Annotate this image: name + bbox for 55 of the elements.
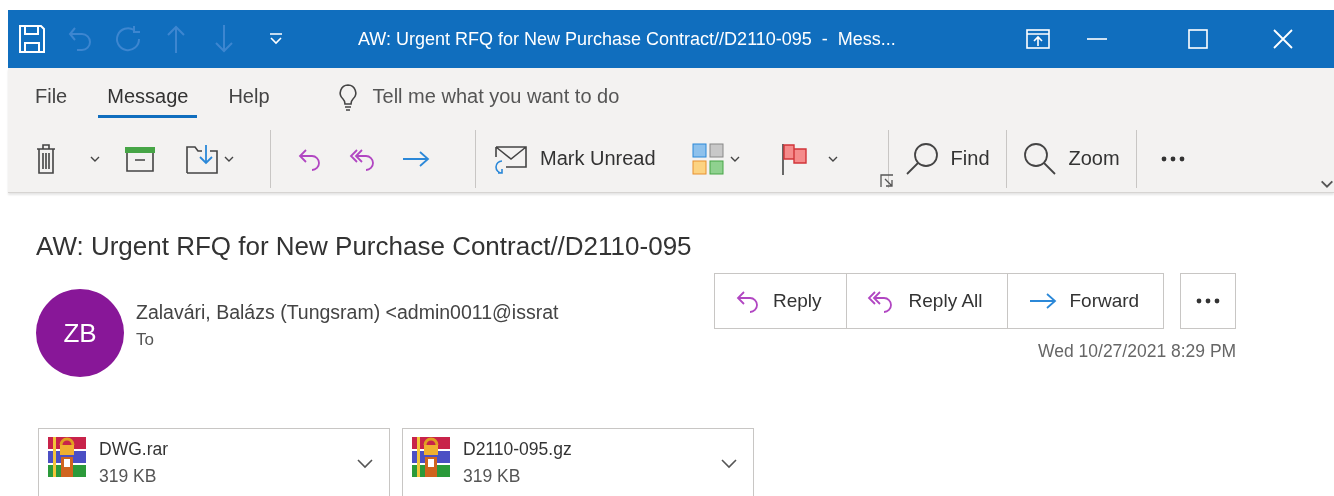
up-arrow-icon (166, 24, 186, 54)
ribbon-collapse-button[interactable] (1320, 180, 1334, 188)
dialog-launcher-button[interactable] (880, 174, 894, 188)
forward-icon (1027, 291, 1058, 311)
ribbon-tab[interactable]: File (26, 79, 77, 118)
minimize-icon (1087, 38, 1107, 40)
attachment-name: DWG.rar (99, 439, 169, 460)
forward-icon (401, 148, 431, 169)
ribbon-tab[interactable]: Message (98, 79, 198, 118)
more-icon (1196, 298, 1221, 304)
caret-icon (729, 155, 740, 162)
maximize-icon (1188, 29, 1208, 49)
save-icon (18, 24, 46, 54)
message-date: Wed 10/27/2021 8:29 PM (1038, 341, 1237, 362)
find-button[interactable]: Find (896, 133, 998, 184)
flag-icon (781, 142, 808, 175)
tell-me-field[interactable]: Tell me what you want to do (336, 82, 620, 111)
chevron-down-icon (357, 459, 373, 469)
archive-icon (124, 145, 156, 172)
caret-icon (827, 155, 838, 162)
reply-icon (735, 289, 761, 313)
caret-icon (90, 155, 100, 162)
attachment-size: 319 KB (99, 466, 157, 487)
lightbulb-icon (336, 82, 359, 111)
attachment-size: 319 KB (463, 466, 521, 487)
folder-arrow-icon (186, 143, 218, 174)
ribbon-tab[interactable]: Help (219, 79, 279, 118)
reply-icon (297, 146, 323, 171)
undo-icon (67, 25, 93, 53)
customize-icon (269, 33, 283, 45)
caret-icon (224, 155, 234, 162)
avatar-initials: ZB (63, 317, 97, 349)
chevron-down-icon (721, 459, 737, 469)
message-subject: AW: Urgent RFQ for New Purchase Contract//D2110-095 (36, 231, 692, 263)
redo-icon (113, 24, 143, 54)
window-title: AW: Urgent RFQ for New Purchase Contract//D2110-095 - Mess... (358, 28, 897, 50)
magnifier-icon (1022, 141, 1057, 176)
recipient-label: To (136, 330, 154, 350)
ribbon-display-icon (1026, 29, 1050, 49)
mark-unread-button[interactable]: Mark Unread (484, 133, 664, 184)
close-icon (1273, 29, 1293, 49)
trash-icon (36, 143, 56, 174)
archive-file-icon (47, 435, 87, 479)
launcher-icon (880, 174, 894, 188)
more-icon (1160, 155, 1185, 162)
search-icon (904, 141, 939, 176)
sender-name: Zalavári, Balázs (Tungsram) <admin0011@issrat (136, 301, 559, 324)
caret-icon (1320, 180, 1334, 188)
color-squares-icon (691, 142, 724, 175)
attachment-card[interactable]: D2110-095.gz 319 KB (402, 428, 754, 496)
zoom-button[interactable]: Zoom (1014, 133, 1128, 184)
attachment-card[interactable]: DWG.rar 319 KB (38, 428, 390, 496)
down-arrow-icon (214, 24, 234, 54)
archive-file-icon (411, 435, 451, 479)
attachment-name: D2110-095.gz (463, 439, 572, 460)
